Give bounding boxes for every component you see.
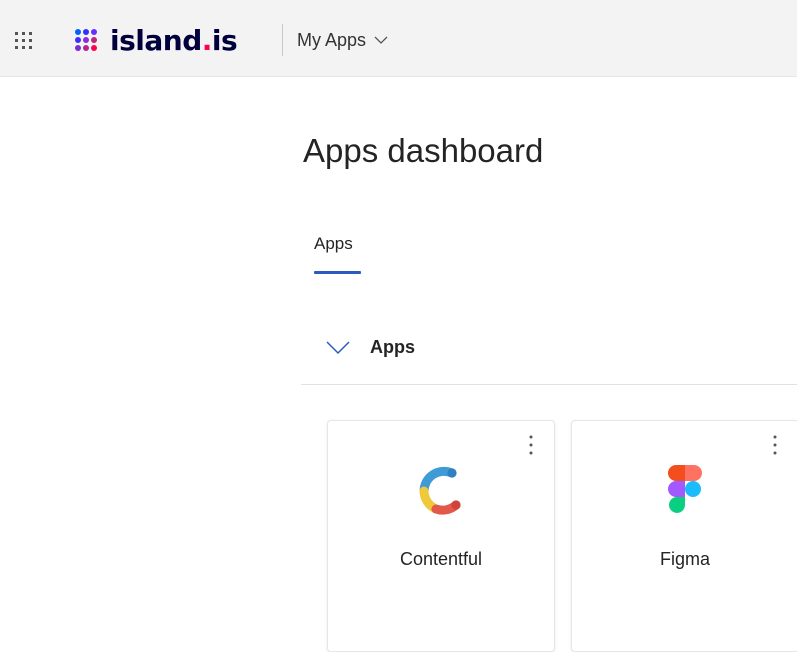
page-title: Apps dashboard bbox=[303, 132, 544, 169]
header-divider bbox=[282, 24, 283, 56]
app-tile-contentful[interactable]: Contentful bbox=[327, 420, 555, 652]
app-name: Figma bbox=[659, 549, 710, 569]
my-apps-switcher[interactable]: My Apps bbox=[297, 30, 388, 51]
my-apps-label: My Apps bbox=[297, 30, 367, 50]
contentful-logo-icon bbox=[416, 461, 466, 521]
apps-section-toggle[interactable]: Apps bbox=[326, 337, 415, 358]
section-divider bbox=[301, 384, 797, 385]
island-logo[interactable]: island.is bbox=[74, 22, 238, 58]
app-name: Contentful bbox=[399, 549, 483, 569]
more-options-icon[interactable] bbox=[526, 433, 536, 459]
section-title: Apps bbox=[370, 337, 415, 357]
island-logo-dots-icon bbox=[75, 29, 97, 51]
tab-apps[interactable]: Apps bbox=[314, 234, 353, 254]
top-bar: island.is My Apps bbox=[0, 0, 797, 77]
more-options-icon[interactable] bbox=[770, 433, 780, 459]
figma-logo-icon bbox=[660, 461, 710, 521]
chevron-down-icon bbox=[374, 36, 388, 44]
app-launcher-icon[interactable] bbox=[14, 30, 34, 50]
app-tile-figma[interactable]: Figma bbox=[571, 420, 797, 652]
chevron-down-icon bbox=[326, 340, 350, 354]
active-tab-indicator bbox=[314, 271, 361, 274]
logo-text: island.is bbox=[110, 23, 238, 57]
